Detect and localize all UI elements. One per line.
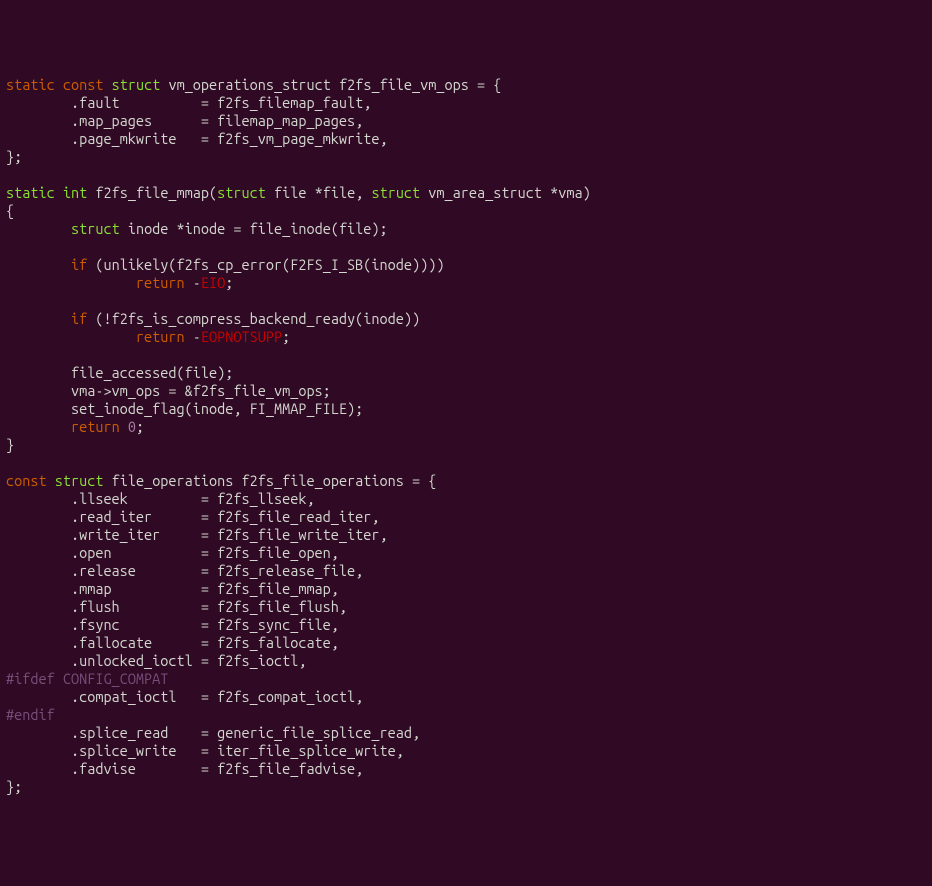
- code-token: [6, 310, 71, 327]
- code-token: EIO: [201, 274, 225, 291]
- code-token: return: [136, 328, 185, 345]
- code-token: [120, 418, 128, 435]
- code-token: [6, 256, 71, 273]
- code-token: if: [71, 256, 87, 273]
- code-token: (unlikely(f2fs_cp_error(F2FS_I_SB(inode)…: [87, 256, 444, 273]
- code-token: -: [185, 274, 201, 291]
- code-token: .map_pages = filemap_map_pages,: [6, 112, 363, 129]
- code-token: vm_operations_struct f2fs_file_vm_ops = …: [160, 76, 501, 93]
- code-token: [6, 328, 136, 345]
- code-token: .fault = f2fs_filemap_fault,: [6, 94, 371, 111]
- code-token: [103, 76, 111, 93]
- code-token: .unlocked_ioctl = f2fs_ioctl,: [6, 652, 306, 669]
- code-token: .page_mkwrite = f2fs_vm_page_mkwrite,: [6, 130, 388, 147]
- code-token: const: [6, 472, 47, 489]
- code-token: file *file,: [266, 184, 372, 201]
- code-token: static: [6, 76, 55, 93]
- code-token: #endif: [6, 706, 55, 723]
- code-token: #ifdef CONFIG_COMPAT: [6, 670, 168, 687]
- code-token: set_inode_flag(inode, FI_MMAP_FILE);: [6, 400, 363, 417]
- code-token: if: [71, 310, 87, 327]
- code-token: };: [6, 148, 22, 165]
- code-token: [55, 76, 63, 93]
- code-token: return: [136, 274, 185, 291]
- code-token: .flush = f2fs_file_flush,: [6, 598, 347, 615]
- code-token: .fsync = f2fs_sync_file,: [6, 616, 339, 633]
- code-token: -: [185, 328, 201, 345]
- code-token: .llseek = f2fs_llseek,: [6, 490, 315, 507]
- code-token: ;: [136, 418, 144, 435]
- code-token: 0: [128, 418, 136, 435]
- code-token: struct: [371, 184, 420, 201]
- code-token: static: [6, 184, 55, 201]
- code-token: [6, 220, 71, 237]
- code-token: [6, 274, 136, 291]
- code-token: .fallocate = f2fs_fallocate,: [6, 634, 339, 651]
- code-token: f2fs_file_mmap(: [87, 184, 217, 201]
- code-token: .splice_read = generic_file_splice_read,: [6, 724, 420, 741]
- code-token: vma->vm_ops = &f2fs_file_vm_ops;: [6, 382, 331, 399]
- code-token: struct: [71, 220, 120, 237]
- code-token: int: [63, 184, 87, 201]
- code-editor-view: static const struct vm_operations_struct…: [6, 76, 926, 796]
- code-token: vm_area_struct *vma): [420, 184, 591, 201]
- code-token: .open = f2fs_file_open,: [6, 544, 339, 561]
- code-token: .read_iter = f2fs_file_read_iter,: [6, 508, 380, 525]
- code-token: (!f2fs_is_compress_backend_ready(inode)): [87, 310, 420, 327]
- code-token: inode *inode = file_inode(file);: [120, 220, 388, 237]
- code-token: .fadvise = f2fs_file_fadvise,: [6, 760, 363, 777]
- code-token: {: [6, 202, 14, 219]
- code-token: ;: [282, 328, 290, 345]
- code-token: [55, 184, 63, 201]
- code-token: .release = f2fs_release_file,: [6, 562, 363, 579]
- code-token: file_accessed(file);: [6, 364, 233, 381]
- code-token: }: [6, 436, 14, 453]
- code-token: return: [71, 418, 120, 435]
- code-token: const: [63, 76, 104, 93]
- code-token: EOPNOTSUPP: [201, 328, 282, 345]
- code-token: struct: [217, 184, 266, 201]
- code-token: [47, 472, 55, 489]
- code-token: struct: [112, 76, 161, 93]
- code-token: ;: [225, 274, 233, 291]
- code-token: struct: [55, 472, 104, 489]
- code-token: };: [6, 778, 22, 795]
- code-token: .splice_write = iter_file_splice_write,: [6, 742, 404, 759]
- code-token: .write_iter = f2fs_file_write_iter,: [6, 526, 388, 543]
- code-token: [6, 418, 71, 435]
- code-token: .compat_ioctl = f2fs_compat_ioctl,: [6, 688, 363, 705]
- code-token: .mmap = f2fs_file_mmap,: [6, 580, 339, 597]
- code-token: file_operations f2fs_file_operations = {: [103, 472, 436, 489]
